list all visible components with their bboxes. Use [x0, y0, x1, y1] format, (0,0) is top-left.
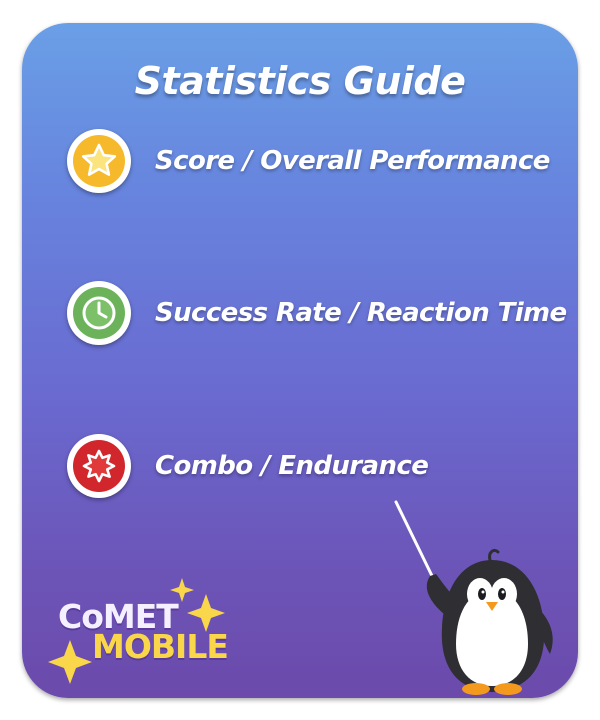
- star-icon: [73, 135, 125, 187]
- comet-mobile-logo: CoMET MOBILE: [40, 576, 230, 686]
- stat-label-success: Success Rate / Reaction Time: [155, 298, 567, 328]
- star-badge: [67, 129, 131, 193]
- stat-label-score: Score / Overall Performance: [155, 146, 550, 176]
- stat-row-combo: Combo / Endurance: [67, 434, 429, 498]
- penguin-mascot: [394, 500, 553, 695]
- burst-icon: [73, 440, 125, 492]
- logo-line-2: MOBILE: [92, 627, 229, 666]
- stat-row-success: Success Rate / Reaction Time: [67, 281, 567, 345]
- burst-badge: [67, 434, 131, 498]
- stat-label-combo: Combo / Endurance: [155, 451, 429, 481]
- stat-row-score: Score / Overall Performance: [67, 129, 550, 193]
- clock-icon: [73, 287, 125, 339]
- clock-badge: [67, 281, 131, 345]
- guide-title: Statistics Guide: [134, 59, 466, 103]
